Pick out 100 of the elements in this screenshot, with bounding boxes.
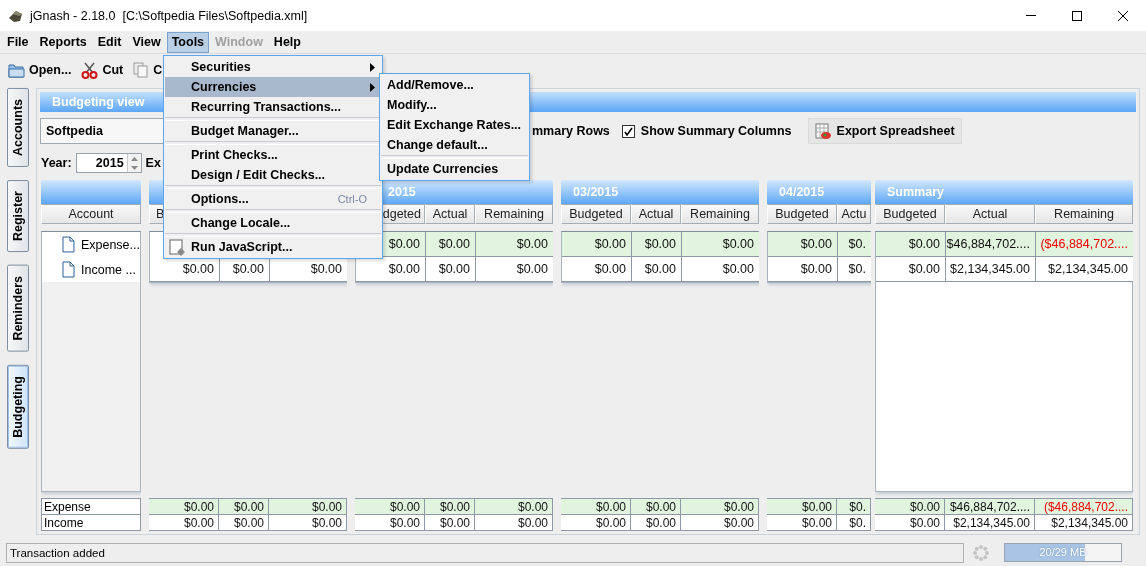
total-cell: $0.00 xyxy=(681,515,759,531)
toolbar-button[interactable]: Open... xyxy=(6,60,74,80)
menu-label: Design / Edit Checks... xyxy=(191,168,326,182)
table-cell: ($46,884,702.... xyxy=(1036,232,1133,257)
menu-item[interactable]: Currencies xyxy=(165,77,381,97)
document-icon xyxy=(62,236,75,253)
menu-title[interactable]: View xyxy=(127,31,166,53)
total-cell: $0.00 xyxy=(631,515,681,531)
check-icon xyxy=(623,126,633,136)
table-cell: $0.00 xyxy=(768,257,838,282)
menu-title[interactable]: Help xyxy=(268,31,306,53)
table-cell: $0.00 xyxy=(220,257,270,282)
table-cell: $0.00 xyxy=(632,257,682,282)
menu-title[interactable]: Reports xyxy=(34,31,92,53)
field-label: Ex xyxy=(145,156,161,170)
total-cell: $0.00 xyxy=(681,499,759,515)
column-header[interactable]: Budgeted xyxy=(767,204,837,224)
menu-item[interactable]: Securities xyxy=(165,57,381,77)
menu-title[interactable]: Tools xyxy=(166,31,210,53)
table-cell: $0.00 xyxy=(562,232,632,257)
total-cell: $0.00 xyxy=(767,499,837,515)
account-row[interactable]: Income ... xyxy=(42,257,140,282)
app-icon xyxy=(8,8,24,23)
menu-title[interactable]: Edit xyxy=(92,31,127,53)
year-spinner[interactable]: 2015 xyxy=(75,153,142,173)
table-cell: $0.00 xyxy=(562,257,632,282)
menu-label: Change Locale... xyxy=(191,216,291,230)
column-header[interactable]: Actual xyxy=(945,204,1035,224)
toolbar-button[interactable]: Cut xyxy=(79,59,126,81)
table-cell: $2,134,345.00 xyxy=(1036,257,1133,282)
table-cell: $0.00 xyxy=(876,232,946,257)
menu-item[interactable]: Modify... xyxy=(381,95,528,115)
close-icon xyxy=(1118,10,1128,21)
checkbox-label[interactable]: Show Summary Columns xyxy=(640,124,792,138)
table-cell: $0.00 xyxy=(270,257,347,282)
spreadsheet-icon xyxy=(814,122,832,140)
column-header[interactable]: Remaining xyxy=(475,204,553,224)
column-header[interactable]: Actual xyxy=(631,204,681,224)
side-tab[interactable]: Reminders xyxy=(7,265,29,352)
checkbox[interactable] xyxy=(621,124,635,138)
column-header[interactable]: Remaining xyxy=(681,204,759,224)
menu-item[interactable]: Add/Remove... xyxy=(381,75,528,95)
document-icon xyxy=(62,261,75,278)
total-cell: $0.00 xyxy=(269,515,347,531)
table-cell: $0.00 xyxy=(150,257,220,282)
menu-label: Run JavaScript... xyxy=(191,240,293,254)
account-row[interactable]: Expense... xyxy=(42,232,140,257)
down-arrow-icon xyxy=(130,165,138,170)
total-cell: $0.00 xyxy=(475,515,553,531)
maximize-icon xyxy=(1072,10,1082,21)
total-cell: $0.00 xyxy=(355,499,425,515)
table-cell: $46,884,702.... xyxy=(946,232,1036,257)
table-cell: $0.00 xyxy=(876,257,946,282)
column-header[interactable]: Remaining xyxy=(1035,204,1133,224)
summary-rows-label[interactable]: mmary Rows xyxy=(532,124,610,138)
menu-item[interactable]: Print Checks... xyxy=(165,145,381,165)
total-cell: $0.00 xyxy=(425,515,475,531)
side-tab[interactable]: Accounts xyxy=(7,88,29,167)
total-cell: $0.00 xyxy=(149,499,219,515)
menu-label: Securities xyxy=(191,60,251,74)
total-cell: $0.00 xyxy=(875,515,945,531)
menu-item[interactable]: Budget Manager... xyxy=(165,121,381,141)
total-cell: $0.00 xyxy=(149,515,219,531)
menu-title[interactable]: File xyxy=(2,31,34,53)
total-cell: $0.00 xyxy=(219,515,269,531)
group-header: 03/2015 xyxy=(561,180,759,204)
total-cell: $2,134,345.00 xyxy=(1035,515,1133,531)
total-cell: $0.00 xyxy=(219,499,269,515)
menu-item[interactable]: Edit Exchange Rates... xyxy=(381,115,528,135)
table-cell: $0.00 xyxy=(632,232,682,257)
column-header[interactable]: Budgeted xyxy=(561,204,631,224)
menu-item[interactable]: Update Currencies xyxy=(381,159,528,179)
copy-icon xyxy=(133,62,150,78)
export-button[interactable]: Export Spreadsheet xyxy=(807,118,962,144)
table-cell: $0.00 xyxy=(476,232,553,257)
total-cell: $0.00 xyxy=(475,499,553,515)
table-cell: $0.00 xyxy=(768,232,838,257)
column-header[interactable]: Budgeted xyxy=(875,204,945,224)
total-cell: $0.00 xyxy=(631,499,681,515)
table-cell: $0.00 xyxy=(682,232,759,257)
side-tab[interactable]: Register xyxy=(7,179,29,252)
minimize-icon xyxy=(1026,15,1036,16)
status-message: Transaction added xyxy=(6,542,964,563)
total-cell: $0. xyxy=(837,499,871,515)
budget-dropdown[interactable]: Softpedia xyxy=(40,118,166,144)
table-cell: $0.00 xyxy=(476,257,553,282)
account-name: Income ... xyxy=(81,262,136,277)
column-header[interactable]: Account xyxy=(41,204,141,224)
side-tab[interactable]: Budgeting xyxy=(7,364,29,449)
script-icon xyxy=(169,239,186,256)
up-arrow-icon xyxy=(130,156,138,161)
total-cell: $0. xyxy=(837,515,871,531)
total-cell: $0.00 xyxy=(561,499,631,515)
menu-item[interactable]: Change default... xyxy=(381,135,528,155)
column-header[interactable]: Actual xyxy=(425,204,475,224)
total-cell: $0.00 xyxy=(561,515,631,531)
column-header[interactable]: Actu xyxy=(837,204,871,224)
toolbar-button[interactable]: C xyxy=(131,60,165,80)
table-cell: $0.00 xyxy=(682,257,759,282)
table-cell: $0. xyxy=(838,232,871,257)
